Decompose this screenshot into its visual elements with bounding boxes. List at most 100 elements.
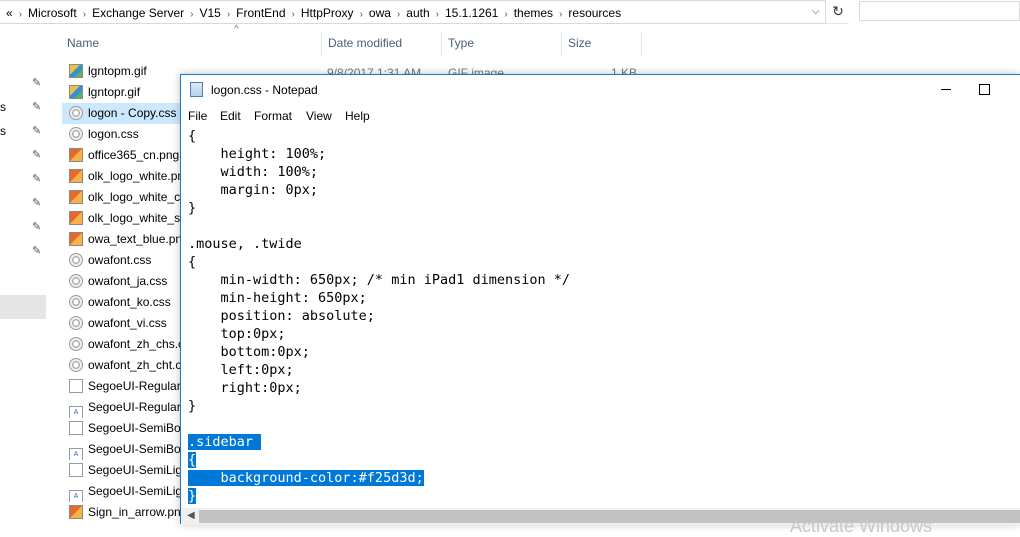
file-row[interactable]: owafont_ko.css <box>62 292 192 313</box>
selected-text-line[interactable]: .sidebar <box>188 433 262 451</box>
breadcrumb-item[interactable]: themes <box>514 6 553 20</box>
column-divider[interactable] <box>561 32 562 56</box>
breadcrumb-path[interactable]: « › Microsoft › Exchange Server › V15 › FrontEnd… <box>6 6 621 20</box>
nav-item-selected[interactable] <box>0 295 46 319</box>
breadcrumb-item[interactable]: 15.1.1261 <box>445 6 498 20</box>
breadcrumb-separator-icon[interactable]: › <box>19 9 22 20</box>
refresh-icon[interactable]: ↻ <box>829 3 847 21</box>
file-row[interactable]: olk_logo_white_c <box>62 187 192 208</box>
breadcrumb-item[interactable]: HttpProxy <box>301 6 354 20</box>
menu-view[interactable]: View <box>306 109 332 123</box>
file-name: owa_text_blue.pn <box>88 232 183 246</box>
text-line[interactable]: { <box>188 253 196 271</box>
file-row[interactable]: A SegoeUI-Regular. <box>62 397 192 418</box>
column-size[interactable]: Size <box>568 36 591 50</box>
scroll-left-icon[interactable]: ◀ <box>187 510 195 521</box>
file-row[interactable]: owafont_zh_cht.c <box>62 355 192 376</box>
file-row[interactable]: Sign_in_arrow.png <box>62 502 192 523</box>
file-row[interactable]: owafont_ja.css <box>62 271 192 292</box>
pin-icon[interactable]: ✎ <box>32 222 42 233</box>
text-line[interactable]: } <box>188 397 196 415</box>
text-line[interactable]: left:0px; <box>188 361 294 379</box>
menu-edit[interactable]: Edit <box>220 109 241 123</box>
file-row[interactable]: office365_cn.png <box>62 145 192 166</box>
menu-help[interactable]: Help <box>345 109 370 123</box>
file-name: SegoeUI-SemiBol <box>88 442 184 456</box>
column-type[interactable]: Type <box>448 36 474 50</box>
minimize-icon[interactable] <box>941 89 951 90</box>
file-name: logon.css <box>88 127 139 141</box>
file-row[interactable]: olk_logo_white_s <box>62 208 192 229</box>
column-divider[interactable] <box>321 32 322 56</box>
breadcrumb-item[interactable]: auth <box>406 6 429 20</box>
menu-format[interactable]: Format <box>254 109 292 123</box>
notepad-title-bar[interactable]: logon.css - Notepad <box>181 75 1020 105</box>
pin-icon[interactable]: ✎ <box>32 102 42 113</box>
column-divider[interactable] <box>441 32 442 56</box>
breadcrumb-item[interactable]: V15 <box>199 6 220 20</box>
pin-icon[interactable]: ✎ <box>32 174 42 185</box>
breadcrumb-separator-icon[interactable]: › <box>436 9 439 20</box>
breadcrumb-item[interactable]: Microsoft <box>28 6 77 20</box>
breadcrumb-separator-icon[interactable]: › <box>360 9 363 20</box>
file-row[interactable]: owafont.css <box>62 250 192 271</box>
text-line[interactable]: margin: 0px; <box>188 181 319 199</box>
breadcrumb-separator-icon[interactable]: › <box>504 9 507 20</box>
breadcrumb-separator-icon[interactable]: › <box>227 9 230 20</box>
breadcrumb-separator-icon[interactable]: › <box>83 9 86 20</box>
selected-text-line[interactable]: { <box>188 451 197 469</box>
file-row[interactable]: logon.css <box>62 124 192 145</box>
pin-icon[interactable]: ✎ <box>32 150 42 161</box>
breadcrumb-separator-icon[interactable]: › <box>559 9 562 20</box>
breadcrumb-item[interactable]: FrontEnd <box>236 6 285 20</box>
file-row[interactable]: SegoeUI-Regular. <box>62 376 192 397</box>
file-row[interactable]: SegoeUI-SemiBol <box>62 418 192 439</box>
breadcrumb[interactable]: « › Microsoft › Exchange Server › V15 › FrontEnd… <box>0 0 826 24</box>
pin-icon[interactable]: ✎ <box>32 126 42 137</box>
breadcrumb-item[interactable]: owa <box>369 6 391 20</box>
file-row[interactable]: lgntopm.gif <box>62 61 192 82</box>
text-line[interactable]: min-height: 650px; <box>188 289 367 307</box>
breadcrumb-item[interactable]: Exchange Server <box>92 6 184 20</box>
file-row[interactable]: SegoeUI-SemiLig <box>62 460 192 481</box>
text-line[interactable]: } <box>188 199 196 217</box>
file-row[interactable]: owafont_zh_chs.c <box>62 334 192 355</box>
text-line[interactable]: { <box>188 127 196 145</box>
text-line[interactable]: .mouse, .twide <box>188 235 302 253</box>
text-line[interactable]: right:0px; <box>188 379 302 397</box>
file-row[interactable]: A SegoeUI-SemiLig <box>62 481 192 502</box>
breadcrumb-item[interactable]: resources <box>568 6 621 20</box>
menu-file[interactable]: File <box>188 109 207 123</box>
breadcrumb-separator-icon[interactable]: › <box>292 9 295 20</box>
file-row[interactable]: logon - Copy.css <box>62 103 180 124</box>
file-row[interactable]: owafont_vi.css <box>62 313 192 334</box>
text-editor[interactable]: { height: 100%; width: 100%; margin: 0px… <box>181 127 1020 508</box>
column-name[interactable]: Name <box>67 36 99 50</box>
chevron-down-icon[interactable]: ⌵ <box>812 6 820 17</box>
nav-item-fragment[interactable]: s <box>0 100 6 114</box>
text-line[interactable]: top:0px; <box>188 325 286 343</box>
text-line[interactable]: position: absolute; <box>188 307 375 325</box>
pin-icon[interactable]: ✎ <box>32 246 42 257</box>
breadcrumb-separator-icon[interactable]: › <box>190 9 193 20</box>
png-file-icon <box>69 169 83 183</box>
selected-text-line[interactable]: background-color:#f25d3d; <box>188 469 424 487</box>
file-row[interactable]: owa_text_blue.pn <box>62 229 192 250</box>
column-date-modified[interactable]: Date modified <box>328 36 402 50</box>
nav-item-fragment[interactable]: s <box>0 124 6 138</box>
column-divider[interactable] <box>641 32 642 56</box>
pin-icon[interactable]: ✎ <box>32 78 42 89</box>
text-line[interactable]: width: 100%; <box>188 163 319 181</box>
selected-text-line[interactable]: } <box>188 487 197 505</box>
file-row[interactable]: lgntopr.gif <box>62 82 192 103</box>
breadcrumb-separator-icon[interactable]: › <box>397 9 400 20</box>
pin-icon[interactable]: ✎ <box>32 198 42 209</box>
file-row[interactable]: olk_logo_white.pn <box>62 166 192 187</box>
search-input[interactable] <box>859 1 1020 21</box>
text-line[interactable]: height: 100%; <box>188 145 327 163</box>
maximize-icon[interactable] <box>979 84 990 95</box>
text-line[interactable]: min-width: 650px; /* min iPad1 dimension… <box>188 271 571 289</box>
text-line[interactable]: bottom:0px; <box>188 343 310 361</box>
file-row[interactable]: A SegoeUI-SemiBol <box>62 439 192 460</box>
breadcrumb-overflow-icon[interactable]: « <box>6 6 13 20</box>
